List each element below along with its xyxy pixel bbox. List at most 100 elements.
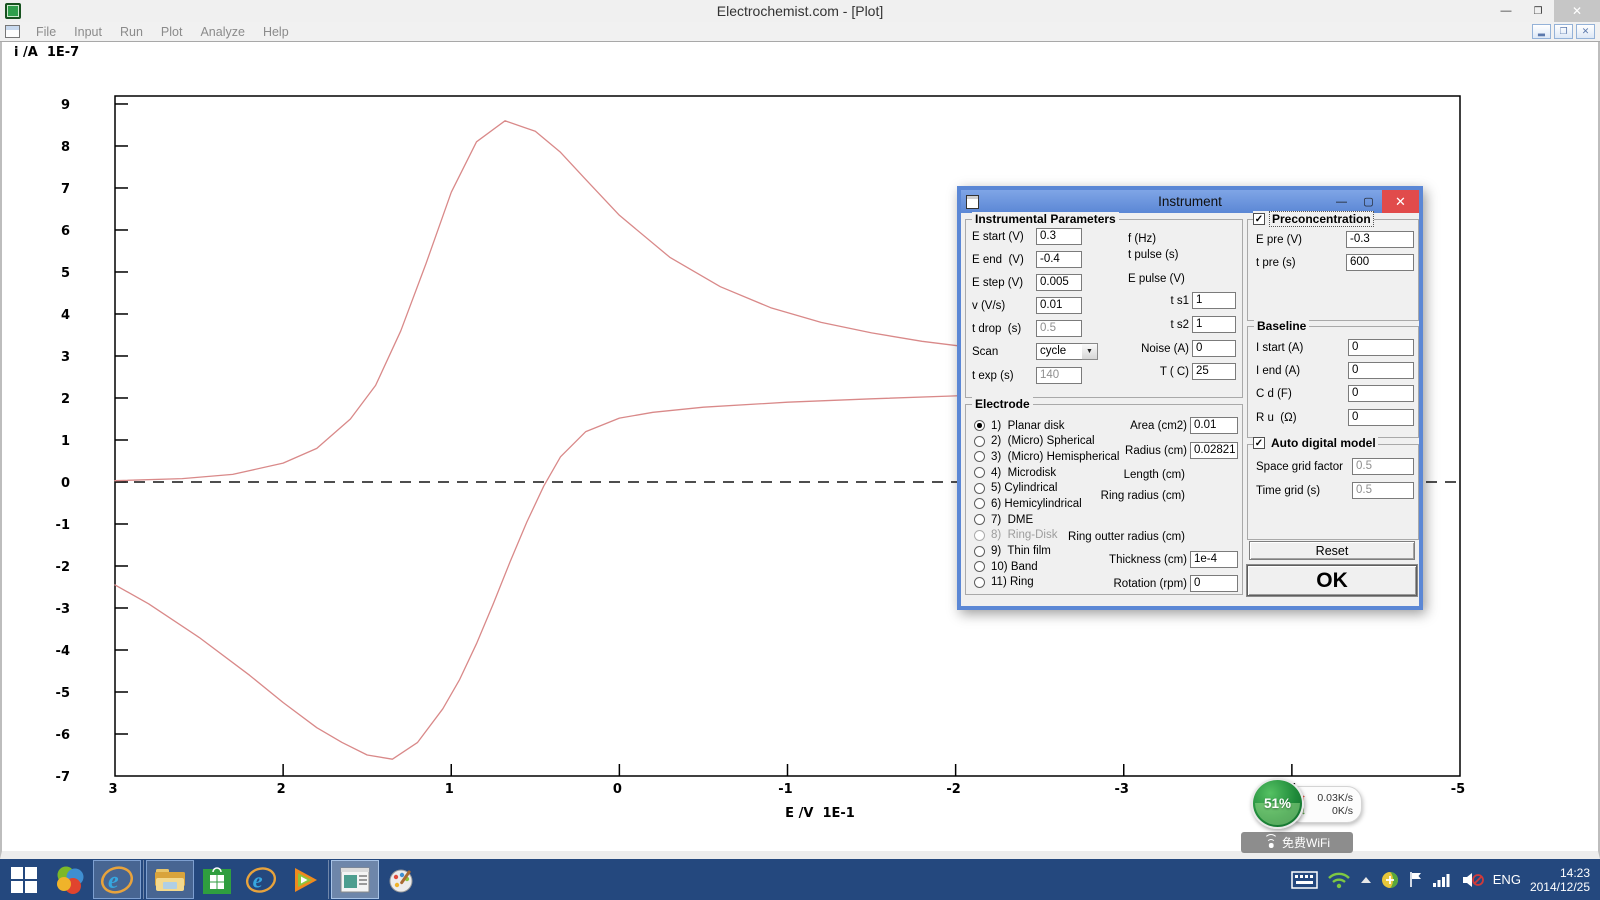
- language-indicator[interactable]: ENG: [1493, 872, 1521, 887]
- memory-ball-widget[interactable]: 51%: [1251, 778, 1304, 829]
- menu-help[interactable]: Help: [254, 25, 298, 39]
- ok-button[interactable]: OK: [1247, 565, 1417, 596]
- i-start-input[interactable]: 0: [1348, 339, 1414, 356]
- f-hz-label: f (Hz): [1128, 233, 1156, 245]
- radio-icon[interactable]: [974, 498, 985, 509]
- t-s1-input[interactable]: 1: [1192, 292, 1236, 309]
- network-signal-icon[interactable]: [1433, 872, 1453, 888]
- taskbar-electrochemist-window[interactable]: [331, 860, 379, 899]
- dialog-minimize-icon[interactable]: —: [1328, 196, 1355, 208]
- clock-time: 14:23: [1530, 866, 1590, 880]
- radius-input[interactable]: 0.02821: [1190, 442, 1238, 459]
- start-button[interactable]: [0, 859, 48, 900]
- wifi-tray-icon[interactable]: [1327, 871, 1351, 889]
- rotation-input[interactable]: 0: [1190, 575, 1238, 592]
- menu-analyze[interactable]: Analyze: [191, 25, 253, 39]
- system-tray: ENG 14:23 2014/12/25: [1291, 866, 1600, 894]
- svg-text:e: e: [108, 868, 119, 894]
- dialog-titlebar[interactable]: Instrument — ▢ ✕: [961, 190, 1419, 213]
- ring-outer-radius-label: Ring outter radius (cm): [1054, 531, 1185, 543]
- t-pre-input[interactable]: 600: [1346, 254, 1414, 271]
- y-axis-label: i /A 1E-7: [14, 45, 79, 60]
- svg-text:-2: -2: [946, 782, 960, 797]
- time-grid-label: Time grid (s): [1256, 485, 1352, 497]
- dialog-close-icon[interactable]: ✕: [1382, 190, 1419, 213]
- radio-icon[interactable]: [974, 467, 985, 478]
- scan-rate-input[interactable]: 0.01: [1036, 297, 1082, 314]
- mdi-close-icon[interactable]: ✕: [1576, 24, 1595, 39]
- svg-text:e: e: [253, 867, 263, 892]
- mdi-minimize-icon[interactable]: ▂: [1532, 24, 1551, 39]
- window-close-icon[interactable]: ✕: [1554, 0, 1600, 22]
- checkbox-checked-icon[interactable]: ✓: [1253, 437, 1265, 449]
- radio-icon[interactable]: [974, 420, 985, 431]
- taskbar-ie-pinned[interactable]: e: [93, 860, 141, 899]
- electrode-option-dme[interactable]: 7) DME: [974, 513, 1119, 526]
- menu-plot[interactable]: Plot: [152, 25, 192, 39]
- ru-input[interactable]: 0: [1348, 409, 1414, 426]
- e-start-input[interactable]: 0.3: [1036, 228, 1082, 245]
- taskbar-potplayer-icon[interactable]: [283, 859, 327, 900]
- t-exp-input[interactable]: 140: [1036, 367, 1082, 384]
- e-end-input[interactable]: -0.4: [1036, 251, 1082, 268]
- mdi-restore-icon[interactable]: ❐: [1554, 24, 1573, 39]
- radio-icon[interactable]: [974, 514, 985, 525]
- antivirus-ball-icon[interactable]: [1381, 871, 1399, 889]
- preconcentration-legend: ✓Preconcentration: [1253, 211, 1374, 227]
- radio-icon[interactable]: [974, 561, 985, 572]
- area-label: Area (cm2): [1054, 420, 1187, 432]
- radio-icon[interactable]: [974, 436, 985, 447]
- menu-file[interactable]: File: [27, 25, 65, 39]
- t-pulse-label: t pulse (s): [1128, 249, 1179, 261]
- svg-text:-4: -4: [56, 644, 70, 659]
- t-pre-label: t pre (s): [1256, 257, 1346, 269]
- temperature-input[interactable]: 25: [1192, 363, 1236, 380]
- taskbar-file-explorer[interactable]: [146, 860, 194, 899]
- volume-muted-icon[interactable]: [1462, 871, 1484, 889]
- taskbar-windows-store-icon[interactable]: [195, 859, 239, 900]
- radio-icon[interactable]: [974, 546, 985, 557]
- touch-keyboard-icon[interactable]: [1291, 871, 1318, 889]
- mdi-child-icon[interactable]: [5, 25, 20, 38]
- space-grid-input[interactable]: 0.5: [1352, 458, 1414, 475]
- svg-text:6: 6: [61, 224, 70, 239]
- radio-icon[interactable]: [974, 483, 985, 494]
- taskbar-separator: [328, 860, 329, 899]
- area-input[interactable]: 0.01: [1190, 417, 1238, 434]
- e-pulse-label: E pulse (V): [1128, 273, 1185, 285]
- time-grid-input[interactable]: 0.5: [1352, 482, 1414, 499]
- thickness-input[interactable]: 1e-4: [1190, 551, 1238, 568]
- t-s2-input[interactable]: 1: [1192, 316, 1236, 333]
- t-drop-input[interactable]: 0.5: [1036, 320, 1082, 337]
- taskbar-paint-palette-icon[interactable]: [380, 859, 424, 900]
- e-step-input[interactable]: 0.005: [1036, 274, 1082, 291]
- upload-speed: 0.03K/s: [1309, 792, 1361, 804]
- cd-input[interactable]: 0: [1348, 385, 1414, 402]
- noise-input[interactable]: 0: [1192, 340, 1236, 357]
- chevron-down-icon[interactable]: ▼: [1082, 343, 1098, 360]
- radio-icon[interactable]: [974, 577, 985, 588]
- taskbar-ie-desktop-icon[interactable]: e: [239, 859, 283, 900]
- menu-input[interactable]: Input: [65, 25, 111, 39]
- window-restore-icon[interactable]: ❐: [1522, 0, 1554, 22]
- show-hidden-icons-chevron[interactable]: [1360, 876, 1372, 884]
- radio-icon[interactable]: [974, 451, 985, 462]
- free-wifi-badge[interactable]: 免费WiFi: [1241, 832, 1353, 853]
- dialog-maximize-icon[interactable]: ▢: [1355, 195, 1382, 208]
- e-pre-input[interactable]: -0.3: [1346, 231, 1414, 248]
- taskbar-clock[interactable]: 14:23 2014/12/25: [1530, 866, 1590, 894]
- i-end-input[interactable]: 0: [1348, 362, 1414, 379]
- taskbar-separator: [143, 860, 144, 899]
- menu-run[interactable]: Run: [111, 25, 152, 39]
- ring-radius-label: Ring radius (cm): [1054, 490, 1185, 502]
- checkbox-checked-icon[interactable]: ✓: [1253, 213, 1265, 225]
- desktop: Electrochemist.com - [Plot] — ❐ ✕ File I…: [0, 0, 1600, 900]
- scan-mode-select[interactable]: cycle▼: [1036, 343, 1098, 360]
- window-minimize-icon[interactable]: —: [1490, 0, 1522, 22]
- svg-text:1: 1: [445, 782, 454, 797]
- wifi-icon: [1264, 838, 1278, 848]
- action-center-flag-icon[interactable]: [1408, 871, 1424, 888]
- taskbar-360-safe-icon[interactable]: [48, 859, 92, 900]
- svg-text:7: 7: [61, 182, 70, 197]
- reset-button[interactable]: Reset: [1249, 541, 1415, 560]
